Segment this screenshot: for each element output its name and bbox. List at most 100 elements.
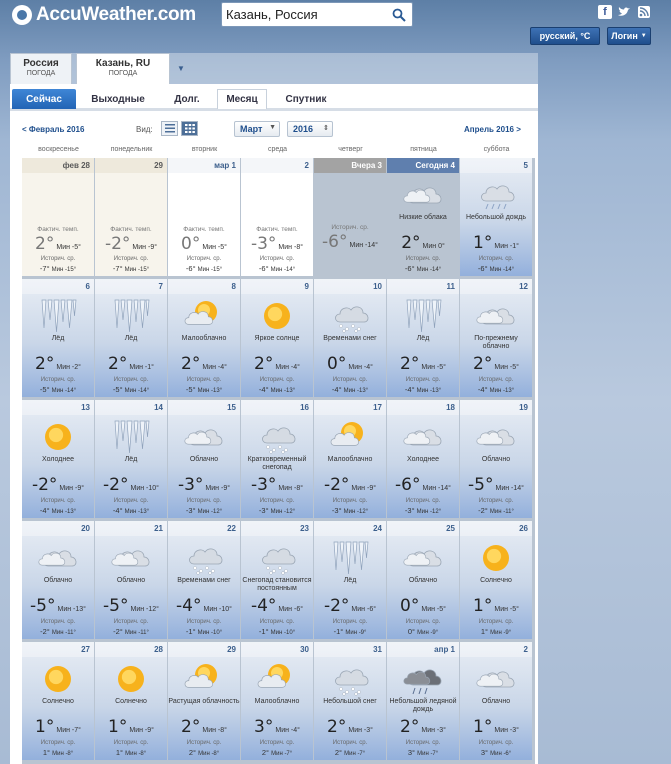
- grid-view-button[interactable]: [181, 121, 198, 136]
- accuweather-logo[interactable]: AccuWeather.com: [12, 4, 196, 26]
- calendar-day-cell[interactable]: 24 Лёд -2° Мин -6° Историч. ср. -1° Мин -…: [314, 521, 386, 639]
- calendar-day-cell[interactable]: 31 Небольшой снег 2° Мин -3° Историч. ср. …: [314, 642, 386, 760]
- sun-icon: [38, 419, 78, 455]
- low-temp-label: Мин -3°: [421, 727, 446, 734]
- calendar-day-cell[interactable]: 9 Яркое солнце 2° Мин -4° Историч. ср. -4°…: [241, 279, 313, 397]
- calendar-day-cell[interactable]: 8 Малооблачно 2° Мин -4° Историч. ср. -5° …: [168, 279, 240, 397]
- calendar-day-cell[interactable]: 19 Облачно -5° Мин -14° Историч. ср. -2° М…: [460, 400, 532, 518]
- calendar-day-cell[interactable]: 16 Кратковременный снегопад -3° Мин -8° Ис…: [241, 400, 313, 518]
- calendar-day-cell[interactable]: 10 Временами снег 0° Мин -4° Историч. ср. …: [314, 279, 386, 397]
- login-button[interactable]: Логин ▼: [607, 27, 651, 45]
- low-temp-label: Мин -5°: [494, 364, 519, 371]
- calendar-day-cell[interactable]: 7 Лёд 2° Мин -1° Историч. ср. -5° Мин -14…: [95, 279, 167, 397]
- calendar-day-cell[interactable]: 29 Фактич. темп. -2° Мин -9° Историч. ср. …: [95, 158, 167, 276]
- low-temp: -1°: [509, 243, 519, 250]
- high-temp: -5°: [30, 596, 56, 616]
- twitter-icon[interactable]: [617, 5, 631, 19]
- calendar-day-cell[interactable]: Сегодня 4 Низкие облака 2° Мин 0° Историч.…: [387, 158, 459, 276]
- prev-month-link[interactable]: < Февраль 2016: [22, 125, 84, 134]
- calendar-day-cell[interactable]: 13 Холоднее -2° Мин -9° Историч. ср. -4° М…: [22, 400, 94, 518]
- low-temp: -4°: [363, 364, 373, 371]
- calendar-day-cell[interactable]: 18 Холоднее -6° Мин -14° Историч. ср. -3° …: [387, 400, 459, 518]
- calendar-day-cell[interactable]: 30 Малооблачно 3° Мин -4° Историч. ср. 2° …: [241, 642, 313, 760]
- historical-avg-label: Историч. ср.: [332, 377, 368, 383]
- calendar-day-cell[interactable]: 28 Солнечно 1° Мин -9° Историч. ср. 1° Мин…: [95, 642, 167, 760]
- tab-month[interactable]: Месяц: [217, 89, 267, 109]
- location-tab-russia[interactable]: Россия ПОГОДА: [10, 53, 72, 84]
- tab-weekend[interactable]: Выходные: [84, 89, 152, 109]
- day-date: 27: [22, 642, 94, 657]
- weather-description: Снегопад становится постоянным: [242, 577, 312, 592]
- historical-avg-label: Историч. ср.: [113, 498, 149, 504]
- snow-cloud-icon: [330, 298, 370, 334]
- calendar-day-cell[interactable]: 22 Временами снег -4° Мин -10° Историч. ср…: [168, 521, 240, 639]
- low-temp: -4°: [290, 364, 300, 371]
- calendar-day-cell[interactable]: 12 По-прежнему облачно 2° Мин -5° Историч.…: [460, 279, 532, 397]
- calendar-day-cell[interactable]: апр 1 Небольшой ледяной дождь 2° Мин -3° И…: [387, 642, 459, 760]
- snow-cloud-icon: [184, 540, 224, 576]
- search-icon[interactable]: [388, 5, 410, 24]
- high-temp: -3°: [250, 234, 277, 254]
- calendar-day-cell[interactable]: 5 Небольшой дождь 1° Мин -1° Историч. ср. …: [460, 158, 532, 276]
- low-temp: -3°: [436, 727, 446, 734]
- facebook-icon[interactable]: f: [598, 5, 612, 19]
- historical-avg: 1° Мин -9°: [480, 627, 512, 636]
- tab-long-range[interactable]: Долг.: [162, 89, 212, 109]
- historical-avg-label: Историч. ср.: [40, 740, 76, 746]
- weather-description: Временами снег: [177, 577, 231, 584]
- high-temp: -6°: [322, 232, 348, 252]
- calendar-day-cell[interactable]: 29 Растущая облачность 2° Мин -8° Историч.…: [168, 642, 240, 760]
- logo-sun-icon: [12, 5, 32, 25]
- calendar-day-cell[interactable]: 21 Облачно -5° Мин -12° Историч. ср. -2° М…: [95, 521, 167, 639]
- calendar-day-cell[interactable]: 2 Облачно 1° Мин -3° Историч. ср. 3° Мин -…: [460, 642, 532, 760]
- calendar-day-cell[interactable]: 2 Фактич. темп. -3° Мин -8° Историч. ср. -…: [241, 158, 313, 276]
- historical-low: -12°: [430, 509, 442, 515]
- actual-temp-label: Фактич. темп.: [37, 226, 79, 233]
- search-input[interactable]: [226, 5, 386, 24]
- weather-description: Растущая облачность: [168, 698, 240, 705]
- location-dropdown-icon[interactable]: ▼: [176, 63, 186, 73]
- historical-avg: 3° Мин -6°: [480, 748, 512, 757]
- cloud-icon: [38, 540, 78, 576]
- next-month-link[interactable]: Апрель 2016 >: [464, 125, 521, 134]
- historical-high: 1°: [115, 748, 123, 757]
- high-temp: 2°: [401, 233, 421, 253]
- year-select[interactable]: 2016 ⇕: [287, 121, 333, 137]
- historical-low: -15°: [138, 267, 150, 273]
- calendar-day-cell[interactable]: 17 Малооблачно -2° Мин -9° Историч. ср. -3…: [314, 400, 386, 518]
- tab-satellite[interactable]: Спутник: [278, 89, 334, 109]
- rss-icon[interactable]: [637, 5, 651, 19]
- calendar-day-cell[interactable]: 11 Лёд 2° Мин -5° Историч. ср. -4° Мин -1…: [387, 279, 459, 397]
- weather-description: Кратковременный снегопад: [247, 456, 307, 471]
- calendar-day-cell[interactable]: 15 Облачно -3° Мин -9° Историч. ср. -3° Ми…: [168, 400, 240, 518]
- historical-avg: 2° Мин -7°: [334, 748, 366, 757]
- spinner-icon: ⇕: [323, 125, 329, 132]
- calendar-day-cell[interactable]: 6 Лёд 2° Мин -2° Историч. ср. -5° Мин -14…: [22, 279, 94, 397]
- historical-high: -4°: [39, 506, 50, 515]
- historical-avg-label: Историч. ср.: [405, 619, 441, 625]
- historical-avg: 0° Мин -9°: [407, 627, 439, 636]
- day-date: 6: [22, 279, 94, 294]
- low-temp-label: Мин -4°: [275, 727, 300, 734]
- calendar-day-cell[interactable]: фев 28 Фактич. темп. 2° Мин -5° Историч. с…: [22, 158, 94, 276]
- day-date: 11: [387, 279, 459, 294]
- historical-low: -12°: [357, 509, 369, 515]
- calendar-day-cell[interactable]: 20 Облачно -5° Мин -13° Историч. ср. -2° М…: [22, 521, 94, 639]
- list-view-button[interactable]: [161, 121, 178, 136]
- historical-avg: -3° Мин -12°: [404, 506, 442, 515]
- calendar-day-cell[interactable]: 26 Солнечно 1° Мин -5° Историч. ср. 1° Мин…: [460, 521, 532, 639]
- tab-now[interactable]: Сейчас: [12, 89, 76, 109]
- month-select[interactable]: Март ▼: [234, 121, 280, 137]
- location-tab-kazan[interactable]: Казань, RU ПОГОДА: [76, 53, 170, 84]
- calendar-day-cell[interactable]: мар 1 Фактич. темп. 0° Мин -5° Историч. ср…: [168, 158, 240, 276]
- language-units-button[interactable]: русский, °C: [530, 27, 600, 45]
- calendar-day-cell[interactable]: 14 Лёд -2° Мин -10° Историч. ср. -4° Мин …: [95, 400, 167, 518]
- day-date: апр 1: [387, 642, 459, 657]
- calendar-day-cell[interactable]: Вчера 3 Историч. ср. -6° Мин -14°: [314, 158, 386, 276]
- high-temp: 1°: [473, 717, 493, 737]
- actual-temp-label: Фактич. темп.: [256, 226, 298, 233]
- calendar-day-cell[interactable]: 25 Облачно 0° Мин -5° Историч. ср. 0° Мин …: [387, 521, 459, 639]
- calendar-day-cell[interactable]: 23 Снегопад становится постоянным -4° Мин …: [241, 521, 313, 639]
- calendar-day-cell[interactable]: 27 Солнечно 1° Мин -7° Историч. ср. 1° Мин…: [22, 642, 94, 760]
- historical-high: -1°: [258, 627, 269, 636]
